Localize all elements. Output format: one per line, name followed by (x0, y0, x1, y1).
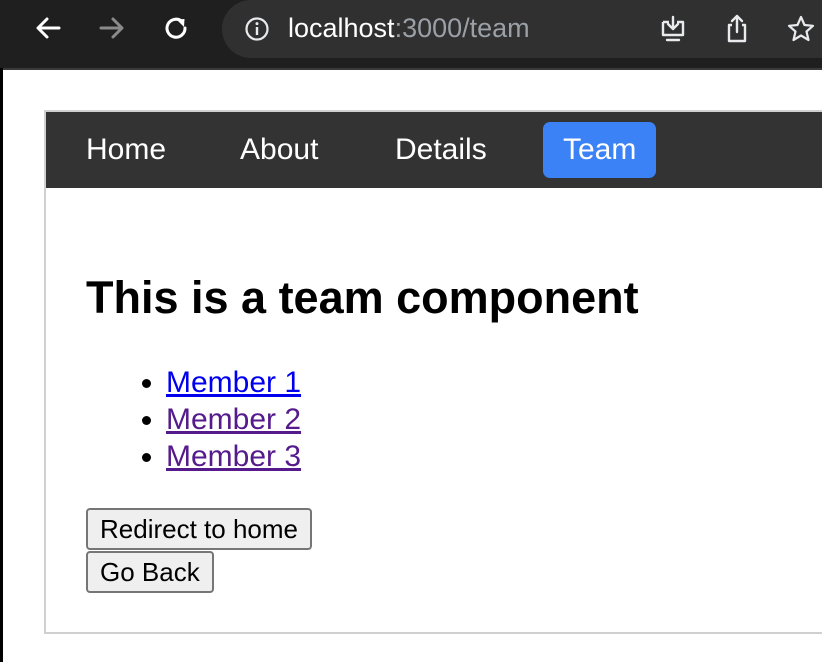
top-navigation: Home About Details Team (46, 112, 822, 188)
list-item: Member 2 (166, 401, 566, 438)
list-item: Member 1 (166, 364, 566, 401)
member-1-link[interactable]: Member 1 (166, 366, 301, 399)
share-button[interactable] (720, 12, 754, 46)
nav-team-link[interactable]: Team (543, 122, 657, 178)
bookmark-button[interactable] (784, 12, 818, 46)
bookmark-star-icon (787, 15, 815, 42)
list-item: Member 3 (166, 438, 566, 475)
browser-toolbar: localhost:3000/team (0, 0, 822, 70)
reload-button[interactable] (156, 8, 196, 48)
back-arrow-icon (36, 17, 61, 39)
url-host: localhost (288, 13, 395, 43)
nav-details-link[interactable]: Details (375, 122, 507, 178)
forward-button[interactable] (92, 8, 132, 48)
url-path: :3000/team (394, 13, 530, 43)
url-text[interactable]: localhost:3000/team (288, 12, 530, 44)
app-container: Home About Details Team This is a team c… (44, 110, 822, 634)
reload-icon (165, 17, 187, 39)
back-button[interactable] (28, 8, 68, 48)
address-bar[interactable]: localhost:3000/team (222, 0, 822, 58)
go-back-button[interactable]: Go Back (86, 551, 214, 593)
member-list: Member 1 Member 2 Member 3 (86, 364, 566, 475)
member-2-link[interactable]: Member 2 (166, 403, 301, 436)
page-title: This is a team component (86, 272, 639, 323)
member-3-link[interactable]: Member 3 (166, 440, 301, 473)
redirect-home-button[interactable]: Redirect to home (86, 508, 312, 550)
nav-about-link[interactable]: About (220, 122, 338, 178)
share-icon (727, 14, 747, 43)
window-edge (0, 68, 3, 662)
site-info-icon[interactable] (244, 16, 270, 42)
nav-home-link[interactable]: Home (66, 122, 186, 178)
forward-arrow-icon (99, 17, 124, 39)
install-app-button[interactable] (656, 12, 690, 46)
install-app-icon (661, 15, 685, 42)
